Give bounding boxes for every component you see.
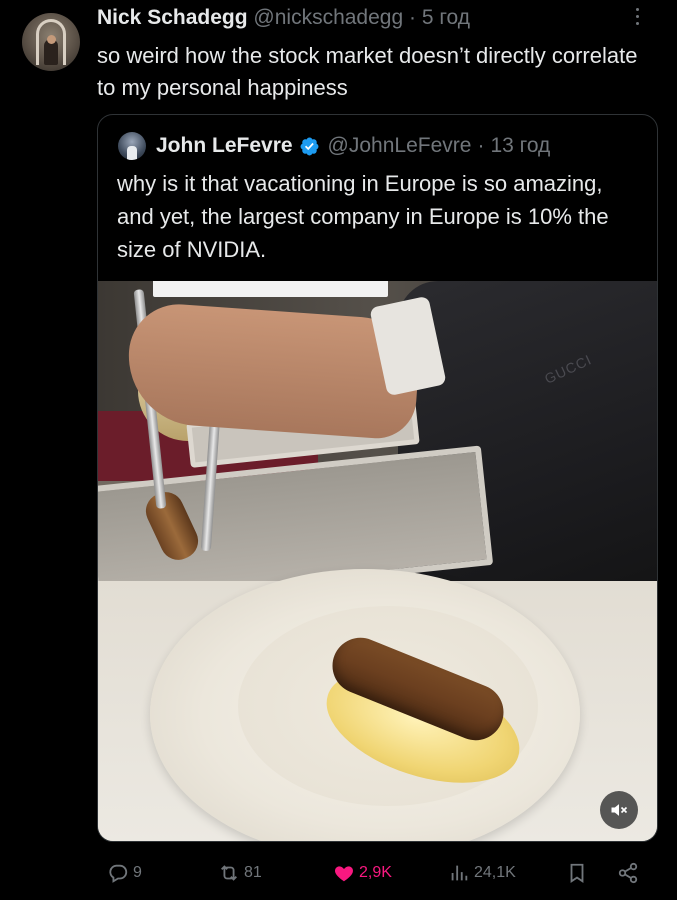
more-options-icon[interactable] [636,8,639,25]
post-time[interactable]: 5 год [422,6,470,29]
heart-icon [335,866,353,882]
quoted-author-handle[interactable]: @JohnLeFevre [328,134,472,158]
views-icon [451,865,468,881]
quoted-video[interactable]: GUCCI [98,281,657,841]
quoted-post-time[interactable]: 13 год [490,134,550,158]
quoted-header-separator: · [477,134,485,157]
mute-icon[interactable] [600,791,638,829]
bookmark-icon [570,863,584,883]
repost-icon [221,865,237,881]
quoted-header: John LeFevre @JohnLeFevre · 13 год [118,132,550,160]
quoted-post[interactable]: John LeFevre @JohnLeFevre · 13 год why i… [97,114,658,842]
avatar-face [47,35,56,44]
reply-button[interactable]: 9 [107,860,142,886]
verified-badge-icon [300,137,319,155]
share-button[interactable] [617,860,639,886]
reply-count: 9 [133,864,142,881]
views-count: 24,1K [474,864,516,881]
author-avatar[interactable] [22,13,80,71]
repost-button[interactable]: 81 [218,860,262,886]
speaker-muted-icon [611,804,628,816]
author-name[interactable]: Nick Schadegg [97,6,248,29]
reply-icon [109,864,128,883]
media-caption-banner [153,281,388,297]
repost-count: 81 [244,864,262,881]
like-button[interactable]: 2,9K [333,860,392,886]
views-button[interactable]: 24,1K [448,860,516,886]
action-bar: 9 81 2,9K 24,1K [0,860,677,890]
quoted-author-avatar[interactable] [118,132,146,160]
quoted-text: why is it that vacationing in Europe is … [117,171,609,262]
bookmark-button[interactable] [566,860,588,886]
share-icon [618,862,638,884]
like-count: 2,9K [359,864,392,881]
header-separator: · [409,6,416,29]
post-text: so weird how the stock market doesn’t di… [97,43,638,100]
author-handle[interactable]: @nickschadegg [253,6,403,29]
post-header: Nick Schadegg @nickschadegg · 5 год [97,6,470,30]
quoted-author-name[interactable]: John LeFevre [156,134,293,158]
